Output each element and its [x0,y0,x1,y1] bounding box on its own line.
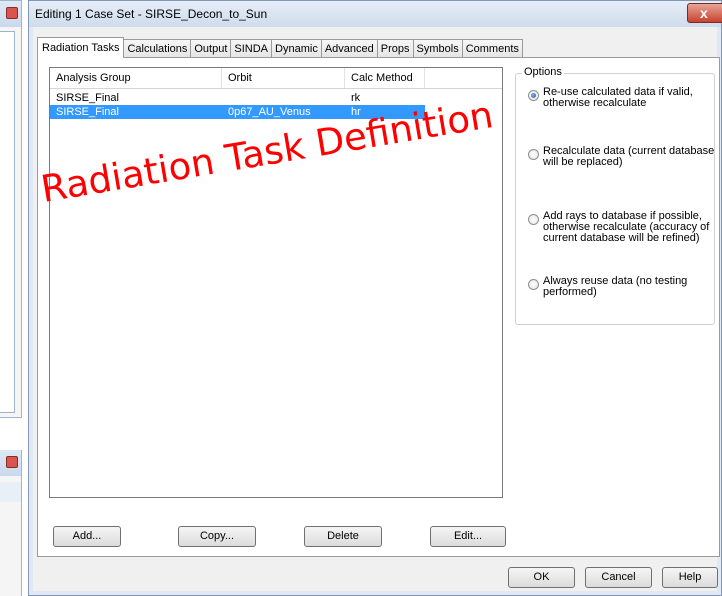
column-header-orbit[interactable]: Orbit [222,68,345,88]
options-group-title: Options [522,66,564,78]
delete-button[interactable]: Delete [304,526,382,547]
case-set-dialog: Editing 1 Case Set - SIRSE_Decon_to_Sun … [28,0,722,596]
task-list-header: Analysis Group Orbit Calc Method [50,68,502,89]
add-button[interactable]: Add... [53,526,121,547]
option-label: Recalculate data (current database will … [543,145,715,168]
option-label: Add rays to database if possible, otherw… [543,210,710,244]
dialog-title: Editing 1 Case Set - SIRSE_Decon_to_Sun [35,7,268,21]
cell-calc-method: rk [351,92,361,104]
cancel-button[interactable]: Cancel [585,567,652,588]
option-label: Always reuse data (no testing performed) [543,275,688,298]
tab-props[interactable]: Props [376,39,414,58]
tab-symbols[interactable]: Symbols [412,39,463,58]
tab-radiation-tasks[interactable]: Radiation Tasks [37,37,125,58]
radio-always-reuse[interactable] [528,279,539,290]
background-window-close-icon[interactable] [6,7,18,19]
background-window-close-icon[interactable] [6,456,18,468]
background-window-toolbar [0,482,21,502]
option-label: Re-use calculated data if valid, otherwi… [543,86,693,109]
edit-button[interactable]: Edit... [430,526,506,547]
column-header-calc-method[interactable]: Calc Method [345,68,425,88]
column-header-analysis-group[interactable]: Analysis Group [50,68,222,88]
options-group: Options Re-use calculated data if valid,… [515,66,715,325]
dialog-titlebar[interactable]: Editing 1 Case Set - SIRSE_Decon_to_Sun … [29,1,722,27]
background-window-top [0,0,22,418]
tab-comments[interactable]: Comments [461,39,523,58]
background-window-content [0,31,15,413]
radio-add-rays[interactable] [528,214,539,225]
cell-analysis-group: SIRSE_Final [56,92,119,104]
ok-button[interactable]: OK [508,567,575,588]
close-button[interactable]: x [687,3,722,23]
background-window-bottom [0,450,22,596]
task-row[interactable]: SIRSE_Final rk [50,91,425,105]
radio-reuse-data[interactable] [528,90,539,101]
tab-strip: Radiation Tasks Calculations Output SINDA Dy… [37,37,523,58]
help-button[interactable]: Help [662,567,718,588]
close-icon: x [700,5,708,21]
radio-recalculate[interactable] [528,149,539,160]
tab-calculations[interactable]: Calculations [123,39,192,58]
copy-button[interactable]: Copy... [178,526,256,547]
tab-sinda[interactable]: SINDA [230,39,273,58]
cell-analysis-group: SIRSE_Final [56,106,119,118]
tab-output[interactable]: Output [190,39,232,58]
tab-dynamic[interactable]: Dynamic [271,39,322,58]
cell-orbit: 0p67_AU_Venus [228,106,311,118]
tab-advanced[interactable]: Advanced [320,39,378,58]
